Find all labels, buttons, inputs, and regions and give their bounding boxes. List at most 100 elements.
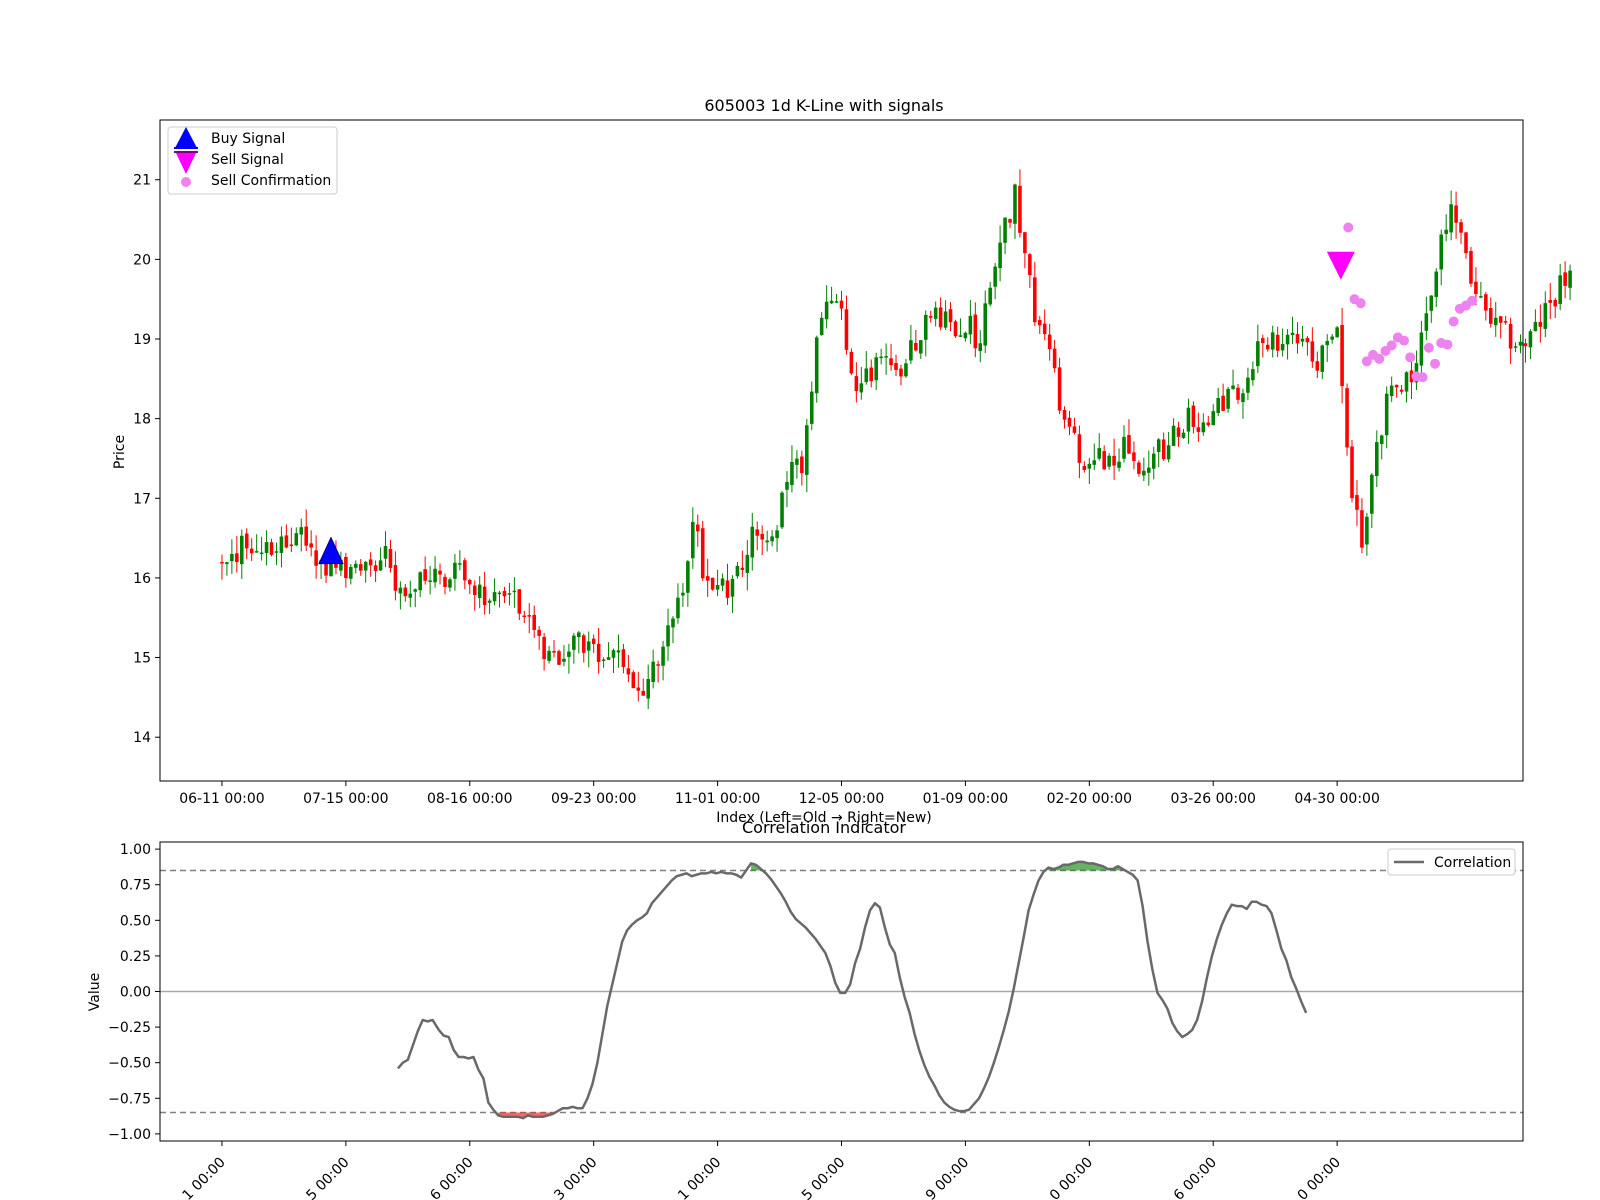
correlation-legend: Correlation <box>1387 848 1516 876</box>
candle-body <box>1191 405 1196 428</box>
sell-confirmation-dot <box>1386 340 1397 351</box>
sell-confirmation-dot <box>1467 295 1478 306</box>
candle-body <box>998 242 1002 269</box>
candle-body <box>1147 467 1151 473</box>
candle-body <box>413 589 418 592</box>
candle-body <box>1256 341 1260 367</box>
sell-confirmation-dot <box>1430 358 1441 369</box>
candle-body <box>1315 361 1320 371</box>
kline-x-tick-label: 03-26 00:00 <box>1170 791 1255 807</box>
candle-body <box>259 552 264 555</box>
candle-body <box>1568 270 1572 288</box>
candle-body <box>1444 229 1448 234</box>
candle-body <box>849 351 854 374</box>
candle-body <box>482 586 487 606</box>
candle-body <box>1399 389 1404 392</box>
legend-sell-label: Sell Signal <box>211 152 284 168</box>
candle-body <box>1231 385 1235 390</box>
candle-body <box>572 635 576 650</box>
candle-body <box>1206 422 1211 426</box>
kline-y-tick-label: 17 <box>133 491 151 507</box>
candle-body <box>795 458 799 465</box>
candle-body <box>904 363 908 377</box>
candle-body <box>1384 393 1389 436</box>
candle-body <box>1186 407 1191 432</box>
candle-body <box>1112 455 1116 466</box>
candle-body <box>1008 219 1012 223</box>
candle-body <box>1375 442 1379 476</box>
candle-body <box>1082 465 1087 470</box>
candle-body <box>1513 346 1518 348</box>
candle-body <box>463 560 467 581</box>
candle-body <box>780 492 784 528</box>
candle-body <box>1563 272 1567 286</box>
candle-body <box>1340 324 1344 387</box>
candle-body <box>299 527 304 535</box>
candle-body <box>983 303 988 346</box>
kline-x-tick-label: 01-09 00:00 <box>923 791 1008 807</box>
candle-body <box>958 335 963 337</box>
candle-body <box>914 343 918 351</box>
legend-confirm-marker <box>181 177 191 187</box>
candle-body <box>943 311 948 328</box>
candle-body <box>948 309 953 323</box>
candle-body <box>552 651 556 653</box>
kline-y-tick-label: 19 <box>133 332 151 348</box>
kline-x-tick-label: 02-20 00:00 <box>1047 791 1132 807</box>
candle-body <box>249 548 254 554</box>
correlation-y-tick-label: 0.25 <box>120 949 151 965</box>
candle-body <box>472 585 477 596</box>
kline-y-tick-label: 18 <box>133 412 151 428</box>
candle-body <box>805 425 809 475</box>
candle-body <box>1241 393 1245 403</box>
candle-body <box>1474 281 1478 295</box>
sell-confirmation-dot <box>1423 342 1434 353</box>
candle-body <box>269 542 274 555</box>
candle-body <box>344 556 348 579</box>
candle-body <box>279 536 284 553</box>
candle-body <box>864 368 869 383</box>
candle-body <box>230 553 234 562</box>
candle-body <box>1345 388 1349 448</box>
kline-x-tick-label: 11-01 00:00 <box>675 791 760 807</box>
candle-body <box>1365 516 1369 545</box>
candle-body <box>1543 303 1548 329</box>
candle-body <box>1072 426 1077 433</box>
sell-confirmation-dot <box>1374 353 1385 364</box>
candle-body <box>537 629 541 636</box>
candle-body <box>879 356 883 359</box>
candle-body <box>358 564 363 571</box>
candle-body <box>854 376 859 392</box>
candle-body <box>1424 313 1429 331</box>
candle-body <box>1052 348 1057 369</box>
candle-body <box>398 587 403 594</box>
candle-body <box>388 549 393 568</box>
candle-body <box>1261 338 1265 344</box>
candle-body <box>1251 369 1255 381</box>
candle-body <box>527 615 532 617</box>
correlation-y-tick-label: 0.75 <box>120 878 151 894</box>
candle-body <box>1360 510 1364 548</box>
candle-body <box>309 543 313 548</box>
candle-body <box>720 578 725 586</box>
kline-x-tick-label: 12-05 00:00 <box>799 791 884 807</box>
candle-body <box>1305 337 1310 343</box>
candle-body <box>641 690 646 696</box>
candle-body <box>740 567 745 570</box>
candle-body <box>1216 398 1220 413</box>
candle-body <box>1181 432 1186 439</box>
candle-body <box>1295 333 1300 344</box>
candle-body <box>557 651 561 665</box>
candle-body <box>1389 385 1394 397</box>
candle-body <box>1370 474 1374 514</box>
candle-body <box>730 578 735 597</box>
candle-body <box>383 546 388 559</box>
correlation-y-tick-label: 0.50 <box>120 913 151 929</box>
candle-body <box>577 632 581 638</box>
sell-confirmation-dot <box>1399 335 1410 346</box>
candle-body <box>304 526 308 546</box>
candle-body <box>1018 185 1022 233</box>
candle-body <box>715 585 720 590</box>
candle-body <box>591 638 596 645</box>
candle-body <box>671 618 675 628</box>
